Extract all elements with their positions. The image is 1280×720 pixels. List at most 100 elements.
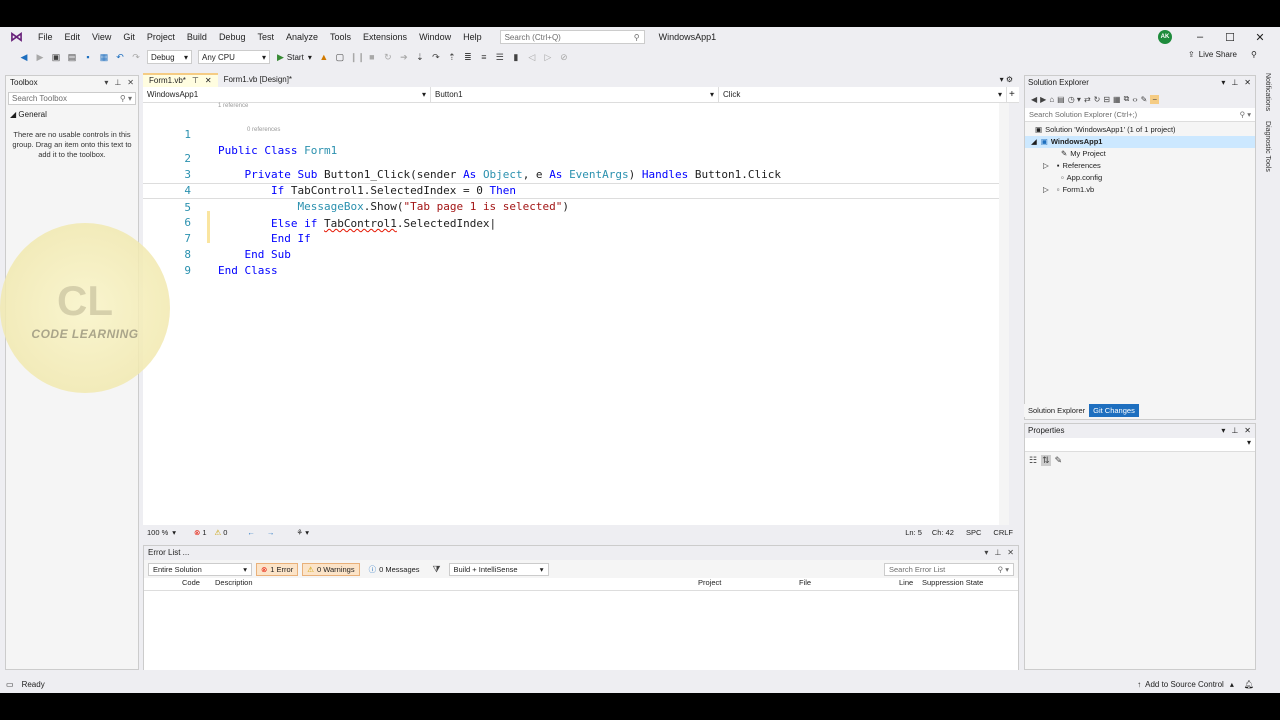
property-pages-icon[interactable]: ✎ xyxy=(1055,455,1063,466)
redo-icon[interactable]: ↷ xyxy=(130,51,142,63)
close-icon[interactable]: ✕ xyxy=(1245,27,1275,47)
dropdown-icon[interactable]: ▾ xyxy=(104,76,108,90)
toolbox-group-general[interactable]: ◢ General xyxy=(6,107,138,122)
tab-solution-explorer[interactable]: Solution Explorer xyxy=(1024,404,1090,417)
tree-item-form1-vb[interactable]: ▷ ▫ Form1.vb xyxy=(1025,184,1255,196)
menu-edit[interactable]: Edit xyxy=(59,27,87,47)
menu-extensions[interactable]: Extensions xyxy=(357,27,413,47)
clear-bookmarks-icon[interactable]: ⊘ xyxy=(558,51,570,63)
pending-changes-icon[interactable]: ◷ ▾ xyxy=(1068,95,1081,104)
errors-filter-button[interactable]: ⊗ 1 Error xyxy=(256,562,299,576)
switch-views-icon[interactable]: ▤ xyxy=(1057,95,1065,104)
home-icon[interactable]: ⌂ xyxy=(1049,95,1054,104)
search-input[interactable]: Search (Ctrl+Q) ⚲ xyxy=(499,30,645,44)
prev-bookmark-icon[interactable]: ◁ xyxy=(526,51,538,63)
stop-icon[interactable]: ■ xyxy=(366,51,378,63)
whitespace-indicator[interactable]: SPC xyxy=(966,528,981,537)
warning-icon[interactable]: ⚠ xyxy=(215,528,222,537)
start-button[interactable]: ▶ Start ▾ xyxy=(277,52,312,63)
platform-dropdown[interactable]: Any CPU ▾ xyxy=(198,50,270,64)
code-cleanup-icon[interactable]: ⚘ ▾ xyxy=(296,528,309,537)
menu-debug[interactable]: Debug xyxy=(213,27,252,47)
restart-icon[interactable]: ↻ xyxy=(382,51,394,63)
menu-git[interactable]: Git xyxy=(117,27,141,47)
close-icon[interactable]: ✕ xyxy=(205,74,212,88)
warnings-filter-button[interactable]: ⚠ 0 Warnings xyxy=(302,562,360,576)
maximize-icon[interactable]: ☐ xyxy=(1215,27,1245,47)
step-out-icon[interactable]: ⇡ xyxy=(446,51,458,63)
event-dropdown[interactable]: Click ▾ xyxy=(719,87,1007,103)
configuration-dropdown[interactable]: Debug ▾ xyxy=(147,50,192,64)
chevron-up-icon[interactable]: ▴ xyxy=(1230,680,1234,689)
forward-icon[interactable]: ▶ xyxy=(1040,95,1046,104)
avatar[interactable]: AK xyxy=(1158,30,1172,44)
menu-build[interactable]: Build xyxy=(181,27,213,47)
column-file[interactable]: File xyxy=(799,578,811,587)
step-over-icon[interactable]: ↷ xyxy=(430,51,442,63)
tab-git-changes[interactable]: Git Changes xyxy=(1089,404,1139,417)
nav-back-icon[interactable]: ← xyxy=(247,528,255,537)
error-icon[interactable]: ⊗ xyxy=(194,528,200,537)
comment-icon[interactable]: ≡ xyxy=(478,51,490,63)
tree-project[interactable]: ◢ ▣ WindowsApp1 xyxy=(1025,136,1255,148)
pin-icon[interactable]: ⊥ xyxy=(1231,424,1238,438)
menu-file[interactable]: File xyxy=(32,27,59,47)
save-icon[interactable]: ▪ xyxy=(82,51,94,63)
column-suppression-state[interactable]: Suppression State xyxy=(922,578,983,587)
minus-icon[interactable]: − xyxy=(1150,94,1160,104)
notifications-tab[interactable]: Notifications xyxy=(1264,73,1271,111)
error-count[interactable]: 1 xyxy=(202,528,206,537)
pin-icon[interactable]: ⊥ xyxy=(1231,76,1238,90)
step-into-icon[interactable]: ⇣ xyxy=(414,51,426,63)
toolbox-search-input[interactable]: Search Toolbox ⚲ ▾ xyxy=(8,92,136,105)
zoom-level[interactable]: 100 % xyxy=(147,528,168,537)
diagnostic-tools-tab[interactable]: Diagnostic Tools xyxy=(1264,121,1271,172)
column-project[interactable]: Project xyxy=(698,578,721,587)
close-icon[interactable]: ✕ xyxy=(1007,546,1014,560)
build-filter-dropdown[interactable]: Build + IntelliSense ▾ xyxy=(448,562,549,576)
dropdown-icon[interactable]: ▾ xyxy=(1221,76,1225,90)
solution-explorer-search-input[interactable]: Search Solution Explorer (Ctrl+;) ⚲ ▾ xyxy=(1025,108,1255,122)
collapsed-icon[interactable]: ▷ xyxy=(1043,160,1049,172)
project-dropdown[interactable]: WindowsApp1 ▾ xyxy=(143,87,431,103)
categorized-icon[interactable]: ☷ xyxy=(1029,455,1037,466)
minimize-icon[interactable]: – xyxy=(1185,27,1215,47)
notifications-icon[interactable]: 🔔︎ xyxy=(1244,680,1254,689)
warning-count[interactable]: 0 xyxy=(223,528,227,537)
preview-icon[interactable]: ⧉ xyxy=(1124,94,1130,104)
back-icon[interactable]: ◀ xyxy=(18,51,30,63)
dropdown-icon[interactable]: ▾ xyxy=(984,546,988,560)
close-icon[interactable]: ✕ xyxy=(127,76,134,90)
filter-icon[interactable]: ⧩ xyxy=(431,563,443,575)
error-list-search-input[interactable]: Search Error List ⚲ ▾ xyxy=(884,562,1014,576)
browser-icon[interactable]: ▢ xyxy=(334,51,346,63)
line-ending-indicator[interactable]: CRLF xyxy=(993,528,1013,537)
bookmark-icon[interactable]: ▮ xyxy=(510,51,522,63)
split-icon[interactable]: + xyxy=(1007,87,1015,102)
sync-icon[interactable]: ⇄ xyxy=(1084,95,1091,104)
pause-icon[interactable]: ❙❙ xyxy=(350,51,365,63)
column-line[interactable]: Line xyxy=(899,578,913,587)
open-icon[interactable]: ▤ xyxy=(66,51,78,63)
show-all-files-icon[interactable]: ▦ xyxy=(1113,95,1121,104)
expanded-icon[interactable]: ◢ xyxy=(1031,136,1037,148)
tab-form1-design[interactable]: Form1.vb [Design]* xyxy=(217,73,299,87)
uncomment-icon[interactable]: ☰ xyxy=(494,51,506,63)
format-icon[interactable]: ≣ xyxy=(462,51,474,63)
codelens-references[interactable]: 0 references xyxy=(247,127,280,133)
pin-icon[interactable]: ⊥ xyxy=(994,546,1001,560)
menu-analyze[interactable]: Analyze xyxy=(280,27,324,47)
chevron-down-icon[interactable]: ▾ xyxy=(172,528,176,537)
collapsed-icon[interactable]: ▷ xyxy=(1043,184,1049,196)
tree-item-references[interactable]: ▷ ▪ References xyxy=(1025,160,1255,172)
menu-tools[interactable]: Tools xyxy=(324,27,357,47)
next-bookmark-icon[interactable]: ▷ xyxy=(542,51,554,63)
menu-help[interactable]: Help xyxy=(457,27,488,47)
menu-view[interactable]: View xyxy=(86,27,117,47)
nav-forward-icon[interactable]: → xyxy=(267,528,275,537)
tab-form1-vb[interactable]: Form1.vb* ⊤ ✕ xyxy=(143,73,218,87)
add-to-source-control[interactable]: Add to Source Control xyxy=(1145,680,1224,689)
column-description[interactable]: Description xyxy=(215,578,253,587)
pin-icon[interactable]: ⊤ xyxy=(192,74,199,88)
menu-test[interactable]: Test xyxy=(251,27,280,47)
